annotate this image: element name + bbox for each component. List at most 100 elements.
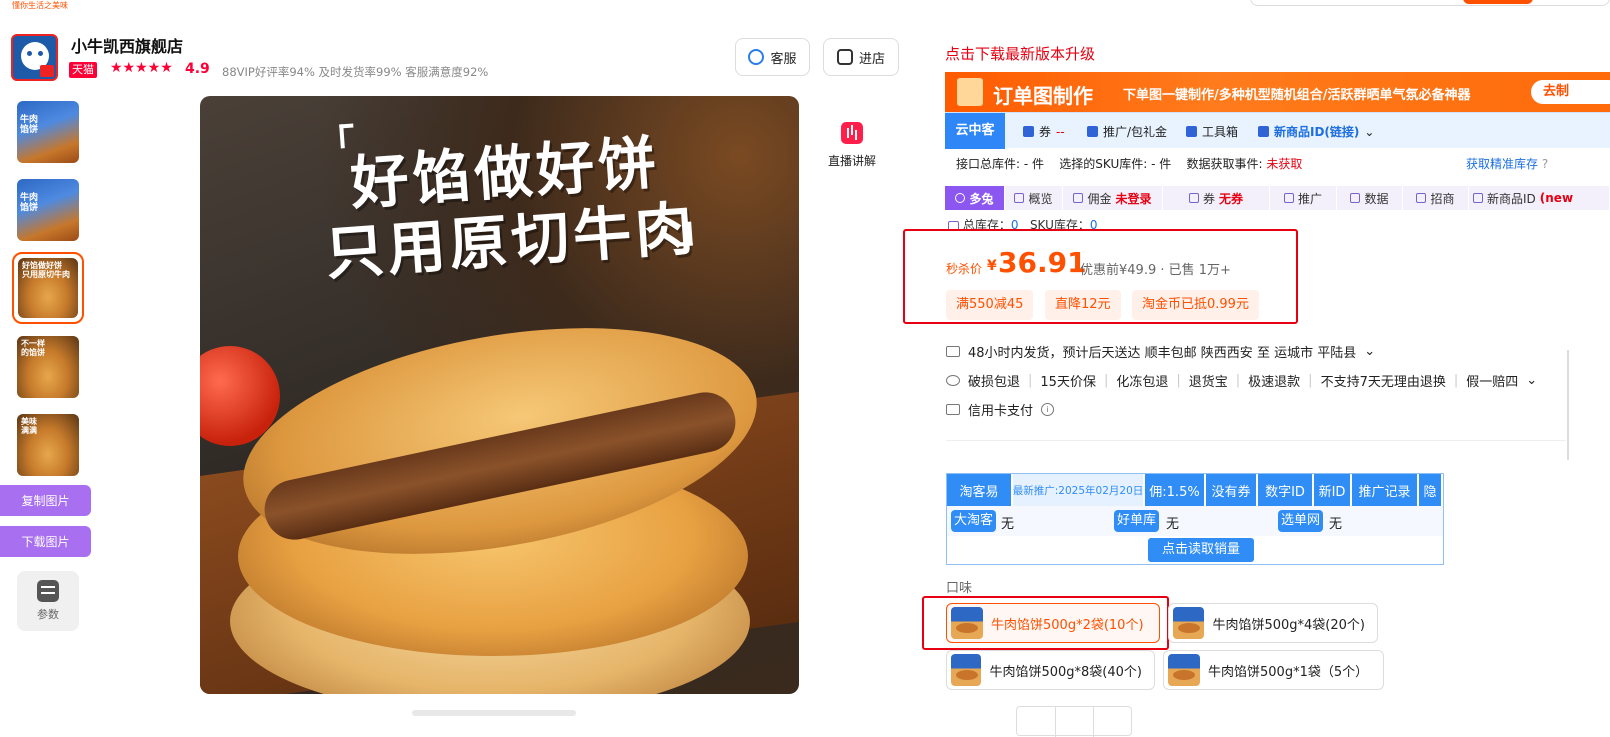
discount-tag[interactable]: 满550减45 xyxy=(946,290,1034,320)
store-icon xyxy=(836,49,853,65)
shop-name[interactable]: 小牛凯西旗舰店 xyxy=(71,33,183,57)
search-button[interactable] xyxy=(1463,0,1533,4)
yunzhongke-brand[interactable]: 云中客 xyxy=(945,113,1005,149)
taokeyi-newid-button[interactable]: 新ID xyxy=(1314,474,1352,506)
toolbar-overview[interactable]: 概览 xyxy=(1005,186,1063,210)
taokeyi-coupon-button[interactable]: 没有券 xyxy=(1206,474,1258,506)
info-icon[interactable]: i xyxy=(1041,403,1055,416)
discount-tag[interactable]: 淘金币已抵0.99元 xyxy=(1132,290,1259,320)
toolbar-coupon[interactable]: 券无券 xyxy=(1163,186,1270,210)
sku-option-label: 牛肉馅饼500g*8袋(40个) xyxy=(989,664,1142,680)
scrollbar[interactable] xyxy=(1567,350,1569,460)
shop-logo[interactable] xyxy=(11,34,58,81)
sliders-icon xyxy=(37,580,59,602)
thumbnail-3-selected[interactable]: 好馅做好饼 只用原切牛肉 xyxy=(12,252,84,324)
shop-stats: 88VIP好评率94% 及时发货率99% 客服满意度92% xyxy=(222,65,489,79)
enter-shop-button[interactable]: 进店 xyxy=(823,38,899,76)
thumbnail-label: 牛肉 馅饼 xyxy=(20,115,39,135)
info-sku: 选择的SKU库件: - 件 xyxy=(1059,157,1172,171)
guarantee-item: 破损包退 xyxy=(968,375,1021,390)
toolbar-commission[interactable]: 佣金 未登录 xyxy=(1063,186,1163,210)
banner-cta-button[interactable]: 去制 xyxy=(1531,80,1610,104)
toolbar-value: 未登录 xyxy=(1115,191,1152,206)
guarantee-row[interactable]: 破损包退 | 15天价保 | 化冻包退 | 退货宝 | 极速退款 | 不支持7天无理由退换… xyxy=(946,371,1537,390)
dataoke-pill[interactable]: 大淘客 xyxy=(951,510,997,532)
thumbnail-4[interactable]: 不一样 的馅饼 xyxy=(17,336,79,398)
guarantee-item: 不支持7天无理由退换 xyxy=(1320,375,1446,390)
chevron-down-icon: ⌄ xyxy=(1364,124,1375,139)
copy-image-button[interactable]: 复制图片 xyxy=(0,485,91,516)
main-product-image[interactable]: 好馅做好饼 只用原切牛肉 xyxy=(200,96,799,694)
thumbnail-label: 不一样 的馅饼 xyxy=(21,339,45,357)
banner-desc: 下单图一键制作/多种机型随机组合/活跃群晒单气氛必备神器 xyxy=(1123,88,1471,103)
toolbar-value: 无券 xyxy=(1219,191,1244,206)
copy-icon xyxy=(1473,193,1483,203)
toolbar-label: 招商 xyxy=(1430,191,1455,206)
sku-option[interactable]: 牛肉馅饼500g*1袋（5个） xyxy=(1163,650,1384,690)
thumbnail-5[interactable]: 美味 满满 xyxy=(17,414,79,476)
customer-service-button[interactable]: 客服 xyxy=(735,38,810,76)
top-strip: 懂你生活之美味 xyxy=(0,0,1610,14)
upgrade-link[interactable]: 点击下载最新版本升级 xyxy=(945,43,1095,64)
promo-label: 推广/包礼金 xyxy=(1103,125,1168,139)
toolbox-item[interactable]: 工具箱 xyxy=(1186,123,1238,140)
toolbar-data[interactable]: 数据 xyxy=(1337,186,1403,210)
toolbar-label: 数据 xyxy=(1364,191,1389,206)
thumbnail-1[interactable]: 牛肉 馅饼 xyxy=(17,101,79,163)
customer-service-label: 客服 xyxy=(770,51,797,67)
tmall-badge: 天猫 xyxy=(69,62,97,78)
sku-option[interactable]: 牛肉馅饼500g*4袋(20个) xyxy=(1168,603,1378,643)
search-box[interactable] xyxy=(1250,0,1610,6)
coupon-icon xyxy=(1023,126,1034,137)
guarantee-item: 退货宝 xyxy=(1188,375,1228,390)
live-explain-button[interactable]: 直播讲解 xyxy=(826,122,878,169)
precise-stock-link[interactable]: 获取精准库存 ? xyxy=(1466,155,1548,172)
megaphone-icon xyxy=(1283,193,1294,203)
xuandan-pill[interactable]: 选单网 xyxy=(1278,510,1324,532)
ticket-icon xyxy=(1188,193,1199,203)
toolbar-promote[interactable]: 推广 xyxy=(1270,186,1337,210)
price-subtext: 优惠前¥49.9 · 已售 1万+ xyxy=(1080,263,1231,278)
credit-text: 信用卡支付 xyxy=(968,404,1034,419)
new-id-link-item[interactable]: 新商品ID(链接) ⌄ xyxy=(1258,123,1374,140)
toolbar-recruit[interactable]: 招商 xyxy=(1403,186,1469,210)
download-image-button[interactable]: 下载图片 xyxy=(0,526,91,557)
quantity-stepper[interactable] xyxy=(1016,706,1132,737)
thumbnail-2[interactable]: 牛肉 馅饼 xyxy=(17,179,79,241)
toolbox-icon xyxy=(1186,126,1197,137)
brand-slogan: 懂你生活之美味 xyxy=(12,1,68,10)
sku-option[interactable]: 牛肉馅饼500g*8袋(40个) xyxy=(946,650,1155,690)
precise-stock-label: 获取精准库存 xyxy=(1466,157,1539,171)
price-label: 秒杀价 xyxy=(946,262,983,276)
sku-option-label: 牛肉馅饼500g*4袋(20个) xyxy=(1212,617,1365,633)
taokeyi-brand[interactable]: 淘客易 xyxy=(947,474,1013,506)
discount-tag[interactable]: 直降12元 xyxy=(1045,290,1121,320)
toolbar-duotu[interactable]: 多兔 xyxy=(945,186,1005,210)
chevron-down-icon: ⌄ xyxy=(1526,373,1538,388)
thumbnail-label: 好馅做好饼 只用原切牛肉 xyxy=(22,261,70,279)
toolbar-label: 新商品ID xyxy=(1487,191,1536,206)
image-scrollbar[interactable] xyxy=(412,710,576,716)
toolbar-value: (new xyxy=(1539,191,1574,205)
toolbar-label: 推广 xyxy=(1297,191,1322,206)
params-button[interactable]: 参数 xyxy=(17,571,79,631)
sku-option-selected[interactable]: 牛肉馅饼500g*2袋(10个) xyxy=(946,603,1160,643)
promo-item[interactable]: 推广/包礼金 xyxy=(1087,123,1167,140)
live-label: 直播讲解 xyxy=(827,154,876,168)
coupon-item[interactable]: 券 -- xyxy=(1023,123,1065,140)
xuandan-value: 无 xyxy=(1329,517,1343,532)
read-sales-button[interactable]: 点击读取销量 xyxy=(1148,538,1254,562)
info-event-value: 未获取 xyxy=(1266,157,1303,171)
taokeyi-hide-button[interactable]: 隐 xyxy=(1419,474,1443,506)
shipping-row[interactable]: 48小时内发货，预计后天送达 顺丰包邮 陕西西安 至 运城市 平陆县 ⌄ xyxy=(946,342,1375,361)
order-image-banner[interactable]: 订单图制作 下单图一键制作/多种机型随机组合/活跃群晒单气氛必备神器 去制 xyxy=(945,72,1610,112)
taokeyi-numid-button[interactable]: 数字ID xyxy=(1258,474,1314,506)
taokeyi-commission-button[interactable]: 佣:1.5% xyxy=(1145,474,1206,506)
inventory-info-line: 接口总库件: - 件 选择的SKU库件: - 件 数据获取事件: 未获取 xyxy=(956,155,1302,172)
toolbar-new-id[interactable]: 新商品ID (new xyxy=(1469,186,1610,210)
params-label: 参数 xyxy=(37,608,59,621)
haodanku-pill[interactable]: 好单库 xyxy=(1114,510,1160,532)
chart-icon xyxy=(1014,193,1025,203)
rating-stars: ★★★★★ xyxy=(110,60,173,76)
taokeyi-promo-history-button[interactable]: 推广记录 xyxy=(1352,474,1419,506)
